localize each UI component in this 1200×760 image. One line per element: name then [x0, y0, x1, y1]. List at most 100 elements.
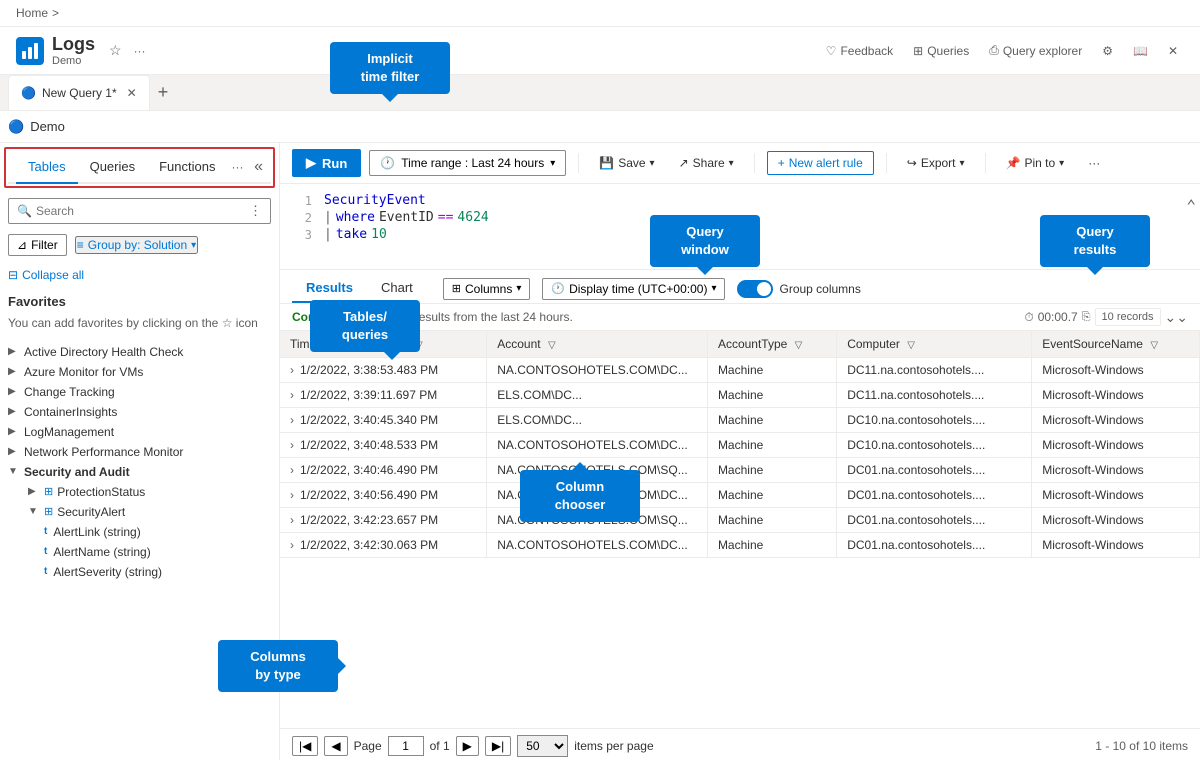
favorites-title: Favorites	[8, 294, 271, 309]
sidebar-tab-tables[interactable]: Tables	[16, 151, 78, 184]
row-expand-icon[interactable]: ›	[290, 463, 294, 477]
editor-resize-handle[interactable]: ···	[280, 243, 1200, 261]
results-tab-results[interactable]: Results	[292, 274, 367, 303]
results-tab-chart[interactable]: Chart	[367, 274, 427, 303]
col-eventsource[interactable]: EventSourceName ▽	[1032, 331, 1200, 358]
book-button[interactable]: 📖	[1127, 40, 1154, 62]
table-row: ›1/2/2022, 3:42:23.657 PM NA.CONTOSOHOTE…	[280, 508, 1200, 533]
pin-button[interactable]: 📌 Pin to ▾	[998, 152, 1073, 174]
row-expand-icon[interactable]: ›	[290, 538, 294, 552]
row-expand-icon[interactable]: ›	[290, 488, 294, 502]
col-account[interactable]: Account ▽	[487, 331, 708, 358]
last-page-button[interactable]: ▶|	[485, 736, 511, 756]
group-by-button[interactable]: ≡ Group by: Solution ▾	[75, 236, 198, 254]
collapse-all-button[interactable]: ⊟ Collapse all	[8, 268, 271, 282]
search-options-icon[interactable]: ⋮	[249, 203, 262, 219]
toggle-switch[interactable]	[737, 280, 773, 298]
tree-item-alertseverity[interactable]: t AlertSeverity (string)	[8, 562, 271, 582]
time-range-button[interactable]: 🕐 Time range : Last 24 hours ▾	[369, 150, 566, 176]
tab-close-button[interactable]: ✕	[127, 86, 137, 100]
tree-item-ad[interactable]: ▶ Active Directory Health Check	[8, 342, 271, 362]
new-tab-button[interactable]: +	[150, 82, 177, 103]
pin-icon: 📌	[1006, 156, 1021, 170]
collapse-editor-button[interactable]: ⌃	[1182, 192, 1200, 219]
filter-button[interactable]: ⊿ Filter	[8, 234, 67, 256]
tree-item-changetracking[interactable]: ▶ Change Tracking	[8, 382, 271, 402]
tree-item-azuremonitor[interactable]: ▶ Azure Monitor for VMs	[8, 362, 271, 382]
app-title: Logs	[52, 34, 95, 55]
tree-item-alertname[interactable]: t AlertName (string)	[8, 542, 271, 562]
feedback-button[interactable]: ♡ Feedback	[820, 40, 899, 62]
editor-line-2: 2 | where EventID == 4624	[280, 209, 1182, 226]
table-row: ›1/2/2022, 3:38:53.483 PM NA.CONTOSOHOTE…	[280, 358, 1200, 383]
tree-item-container[interactable]: ▶ ContainerInsights	[8, 402, 271, 422]
query-tab-1[interactable]: 🔵 New Query 1* ✕	[8, 75, 150, 110]
col-computer[interactable]: Computer ▽	[837, 331, 1032, 358]
page-input[interactable]	[388, 736, 424, 756]
row-expand-icon[interactable]: ›	[290, 513, 294, 527]
tree-item-alertlink[interactable]: t AlertLink (string)	[8, 522, 271, 542]
filter-icon[interactable]: ▽	[548, 340, 556, 351]
search-input[interactable]	[36, 204, 245, 218]
sidebar-tab-functions[interactable]: Functions	[147, 151, 227, 184]
more-options-button[interactable]: ···	[128, 40, 152, 62]
expand-icon[interactable]: ⌄⌄	[1165, 309, 1188, 326]
breadcrumb-separator: >	[52, 6, 59, 20]
tree-item-security[interactable]: ▼ Security and Audit	[8, 462, 271, 482]
first-page-button[interactable]: |◀	[292, 736, 318, 756]
filter-icon[interactable]: ▽	[415, 340, 423, 351]
filter-icon[interactable]: ▽	[1150, 340, 1158, 351]
copy-icon: ⎘	[1082, 311, 1091, 324]
cell-timegen: ›1/2/2022, 3:38:53.483 PM	[280, 358, 487, 383]
export-button[interactable]: ↪ Export ▾	[899, 152, 973, 174]
filter-icon[interactable]: ▽	[795, 340, 803, 351]
favorite-button[interactable]: ☆	[103, 38, 128, 63]
gear-icon: ⚙	[1102, 44, 1113, 58]
settings-button[interactable]: ⚙	[1096, 40, 1119, 62]
sidebar-tabs-more[interactable]: ···	[231, 160, 243, 174]
prev-page-button[interactable]: ◀	[324, 736, 347, 756]
table-row: ›1/2/2022, 3:42:30.063 PM NA.CONTOSOHOTE…	[280, 533, 1200, 558]
per-page-select[interactable]: 50 100 200	[517, 735, 568, 757]
columns-button[interactable]: ⊞ Columns ▾	[443, 278, 531, 300]
chevron-down-icon: ▾	[711, 283, 716, 294]
new-alert-button[interactable]: + New alert rule	[767, 151, 874, 175]
save-icon: 💾	[599, 156, 614, 170]
row-expand-icon[interactable]: ›	[290, 413, 294, 427]
row-expand-icon[interactable]: ›	[290, 363, 294, 377]
data-table-container[interactable]: TimeGenerated [UTC] ▽ Account ▽ AccountT…	[280, 331, 1200, 728]
tree-item-protection[interactable]: ▶ ⊞ ProtectionStatus	[8, 482, 271, 502]
tree-item-logmgmt[interactable]: ▶ LogManagement	[8, 422, 271, 442]
cell-account: NA.CONTOSOHOTELS.COM\SQ...	[487, 508, 708, 533]
more-toolbar-button[interactable]: ···	[1080, 152, 1108, 174]
col-accounttype[interactable]: AccountType ▽	[707, 331, 836, 358]
cell-eventsource: Microsoft-Windows	[1032, 508, 1200, 533]
row-expand-icon[interactable]: ›	[290, 438, 294, 452]
tree-item-network[interactable]: ▶ Network Performance Monitor	[8, 442, 271, 462]
collapse-sidebar-button[interactable]: «	[254, 158, 263, 176]
cell-eventsource: Microsoft-Windows	[1032, 408, 1200, 433]
ellipsis-icon: ···	[1088, 156, 1100, 170]
sidebar-tab-queries[interactable]: Queries	[78, 151, 148, 184]
tree-item-label: Azure Monitor for VMs	[24, 365, 143, 379]
display-time-button[interactable]: 🕐 Display time (UTC+00:00) ▾	[542, 278, 725, 300]
query-editor[interactable]: 1 SecurityEvent 2 | where EventID == 462…	[280, 184, 1200, 270]
run-button[interactable]: ▶ Run	[292, 149, 361, 177]
query-explorer-button[interactable]: ⎙ Query explorer	[983, 39, 1088, 62]
clock-icon: 🕐	[380, 156, 395, 170]
tree-item-label: AlertLink (string)	[53, 525, 140, 539]
row-expand-icon[interactable]: ›	[290, 388, 294, 402]
save-button[interactable]: 💾 Save ▾	[591, 152, 662, 174]
results-tbody: ›1/2/2022, 3:38:53.483 PM NA.CONTOSOHOTE…	[280, 358, 1200, 558]
chevron-right-icon: ▶	[8, 406, 20, 417]
filter-icon[interactable]: ▽	[907, 340, 915, 351]
col-timegen[interactable]: TimeGenerated [UTC] ▽	[280, 331, 487, 358]
breadcrumb-home[interactable]: Home	[16, 6, 48, 20]
sidebar-tabs: Tables Queries Functions ··· «	[8, 151, 271, 184]
sidebar-search: 🔍 ⋮	[0, 192, 279, 230]
share-button[interactable]: ↗ Share ▾	[671, 152, 742, 174]
close-button[interactable]: ✕	[1162, 40, 1184, 62]
tree-item-securityalert[interactable]: ▼ ⊞ SecurityAlert	[8, 502, 271, 522]
queries-button[interactable]: ⊞ Queries	[907, 40, 975, 62]
next-page-button[interactable]: ▶	[456, 736, 479, 756]
